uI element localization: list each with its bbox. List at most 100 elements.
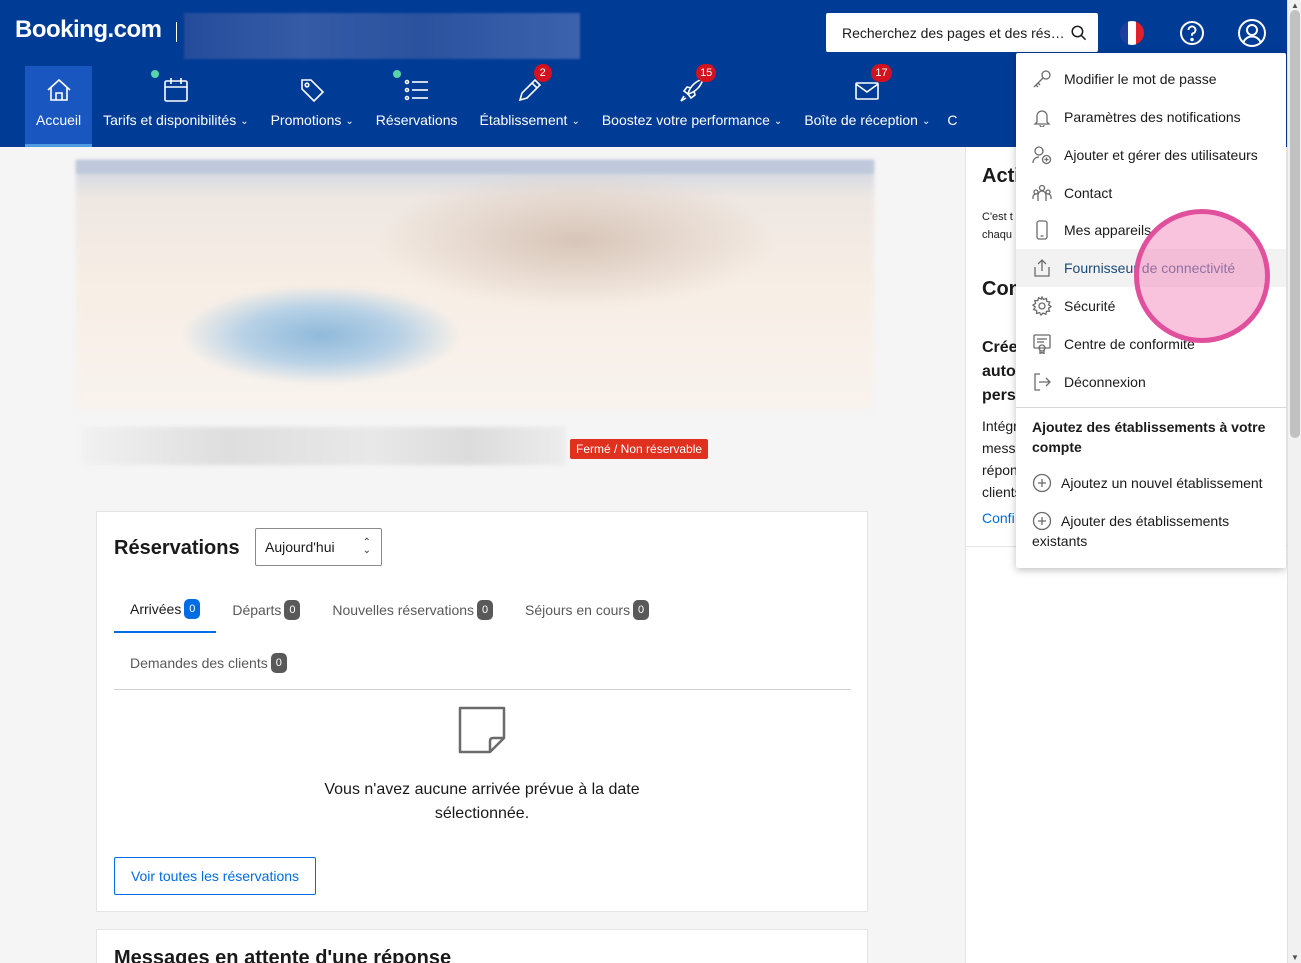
- updown-icon: ⌃ ⌄: [362, 537, 371, 556]
- scroll-up-icon[interactable]: ▲: [1291, 1, 1299, 10]
- help-icon: [1180, 21, 1204, 45]
- nav-item-promotions[interactable]: Promotions ⌄: [260, 66, 365, 147]
- search-input[interactable]: [842, 24, 1065, 41]
- chevron-down-icon: ⌄: [240, 116, 249, 127]
- tab-count: 0: [184, 599, 201, 619]
- property-photo-blurred: [76, 160, 874, 410]
- nav-item-boite-reception[interactable]: 17 Boîte de réception ⌄: [793, 64, 941, 147]
- user-icon: [1238, 19, 1266, 47]
- menu-label: Modifier le mot de passe: [1064, 71, 1217, 87]
- nav-label: C: [947, 112, 958, 128]
- key-icon: [1033, 70, 1051, 88]
- tab-label: Séjours en cours: [525, 602, 631, 618]
- nav-label: Établissement: [479, 112, 568, 128]
- tab-label: Demandes des clients: [130, 655, 268, 671]
- plus-circle-icon: [1032, 511, 1052, 530]
- scroll-down-icon[interactable]: ▼: [1291, 953, 1299, 962]
- tabs-divider: [114, 689, 851, 690]
- list-icon: [404, 79, 428, 101]
- nav-dot: [150, 70, 159, 78]
- tab-count: 0: [633, 600, 650, 620]
- activity-desc-line: chaqu: [982, 229, 1012, 241]
- nav-label: Promotions: [270, 112, 342, 128]
- menu-item-notifications[interactable]: Paramètres des notifications: [1016, 98, 1286, 136]
- main-nav: Accueil Tarifs et disponibilités ⌄ Promot…: [25, 64, 968, 147]
- chevron-down-icon: ⌄: [773, 116, 783, 127]
- menu-label: Ajouter des établissements existants: [1032, 513, 1230, 549]
- gear-icon: [1032, 296, 1052, 316]
- reservations-card: Réservations Aujourd'hui ⌃ ⌄ Arrivées 0 Dé…: [96, 511, 868, 912]
- certificate-icon: [1033, 334, 1051, 354]
- nav-item-etablissement[interactable]: 2 Établissement ⌄: [469, 64, 591, 147]
- menu-item-logout[interactable]: Déconnexion: [1016, 363, 1286, 401]
- photo-top-stripe: [76, 160, 874, 174]
- menu-label: Contact: [1064, 185, 1113, 201]
- nav-badge: 15: [696, 64, 717, 82]
- menu-item-manage-users[interactable]: Ajouter et gérer des utilisateurs: [1016, 136, 1286, 174]
- integ-line: Intégr: [982, 418, 1018, 434]
- nav-badge: 2: [533, 64, 552, 82]
- messages-title: Messages en attente d'une réponse: [114, 947, 452, 963]
- menu-label: Déconnexion: [1064, 374, 1146, 390]
- tab-count: 0: [477, 600, 494, 620]
- nav-label: Tarifs et disponibilités: [103, 112, 237, 128]
- tab-label: Arrivées: [130, 601, 182, 617]
- chevron-down-icon: ⌄: [571, 116, 580, 127]
- language-button[interactable]: [1112, 13, 1152, 53]
- logo-separator: [176, 22, 177, 42]
- add-existing-properties-link[interactable]: Ajouter des établissements existants: [1032, 511, 1277, 551]
- search-icon[interactable]: [1070, 24, 1088, 42]
- french-flag-icon: [1120, 21, 1144, 45]
- tab-nouvelles-reservations[interactable]: Nouvelles réservations 0: [316, 587, 509, 633]
- activity-title: Acti: [982, 165, 1020, 187]
- search-box[interactable]: [826, 13, 1098, 52]
- chevron-down-icon: ⌄: [921, 116, 931, 127]
- home-icon: [47, 78, 71, 101]
- menu-item-compliance-center[interactable]: Centre de conformité: [1016, 325, 1286, 363]
- nav-item-accueil[interactable]: Accueil: [25, 66, 93, 147]
- phone-icon: [1036, 220, 1048, 240]
- account-button[interactable]: [1232, 13, 1272, 53]
- property-address-blurred: [82, 427, 565, 465]
- integ-line: mess: [982, 440, 1016, 456]
- upload-icon: [1034, 259, 1050, 277]
- nav-item-tarifs[interactable]: Tarifs et disponibilités ⌄: [92, 66, 259, 147]
- booking-logo[interactable]: Booking.com: [15, 16, 162, 44]
- tab-count: 0: [270, 653, 287, 673]
- nav-item-boostez[interactable]: 15 Boostez votre performance ⌄: [591, 64, 793, 147]
- nav-item-reservations[interactable]: Réservations: [365, 66, 469, 147]
- tab-sejours-en-cours[interactable]: Séjours en cours 0: [509, 587, 665, 633]
- tab-departs[interactable]: Départs 0: [216, 587, 316, 633]
- period-select[interactable]: Aujourd'hui ⌃ ⌄: [255, 528, 382, 566]
- integ-line: répon: [982, 462, 1018, 478]
- add-new-property-link[interactable]: Ajoutez un nouvel établissement: [1032, 473, 1277, 493]
- menu-label: Mes appareils: [1064, 222, 1152, 238]
- note-icon: [458, 706, 506, 754]
- nav-label: Boostez votre performance: [601, 112, 770, 128]
- tab-label: Départs: [232, 602, 282, 618]
- nav-badge: 17: [871, 64, 892, 82]
- status-badge: Fermé / Non réservable: [570, 439, 709, 459]
- scrollbar-thumb[interactable]: [1290, 10, 1300, 438]
- see-all-reservations-button[interactable]: Voir toutes les réservations: [114, 857, 316, 895]
- help-button[interactable]: [1172, 13, 1212, 53]
- menu-item-change-password[interactable]: Modifier le mot de passe: [1016, 60, 1286, 98]
- nav-label: Accueil: [36, 112, 82, 128]
- tab-demandes-clients[interactable]: Demandes des clients 0: [114, 640, 303, 686]
- tab-count: 0: [284, 600, 301, 620]
- tag-icon: [301, 79, 325, 103]
- plus-circle-icon: [1032, 473, 1052, 492]
- calendar-icon: [164, 78, 188, 102]
- bell-icon: [1033, 110, 1051, 127]
- page-scrollbar[interactable]: ▲ ▼: [1287, 0, 1301, 963]
- nav-item-more[interactable]: C: [941, 66, 968, 147]
- group-icon: [1032, 184, 1052, 201]
- tab-arrivees[interactable]: Arrivées 0: [114, 587, 217, 633]
- add-properties-heading: Ajoutez des établissements à votre compt…: [1032, 419, 1266, 455]
- empty-message: Vous n'avez aucune arrivée prévue à la d…: [324, 781, 640, 822]
- tab-label: Nouvelles réservations: [332, 602, 475, 618]
- menu-item-contact[interactable]: Contact: [1016, 174, 1286, 212]
- chevron-down-icon: ⌄: [345, 116, 354, 127]
- menu-label: Sécurité: [1064, 298, 1116, 314]
- property-name-blurred: [184, 13, 580, 59]
